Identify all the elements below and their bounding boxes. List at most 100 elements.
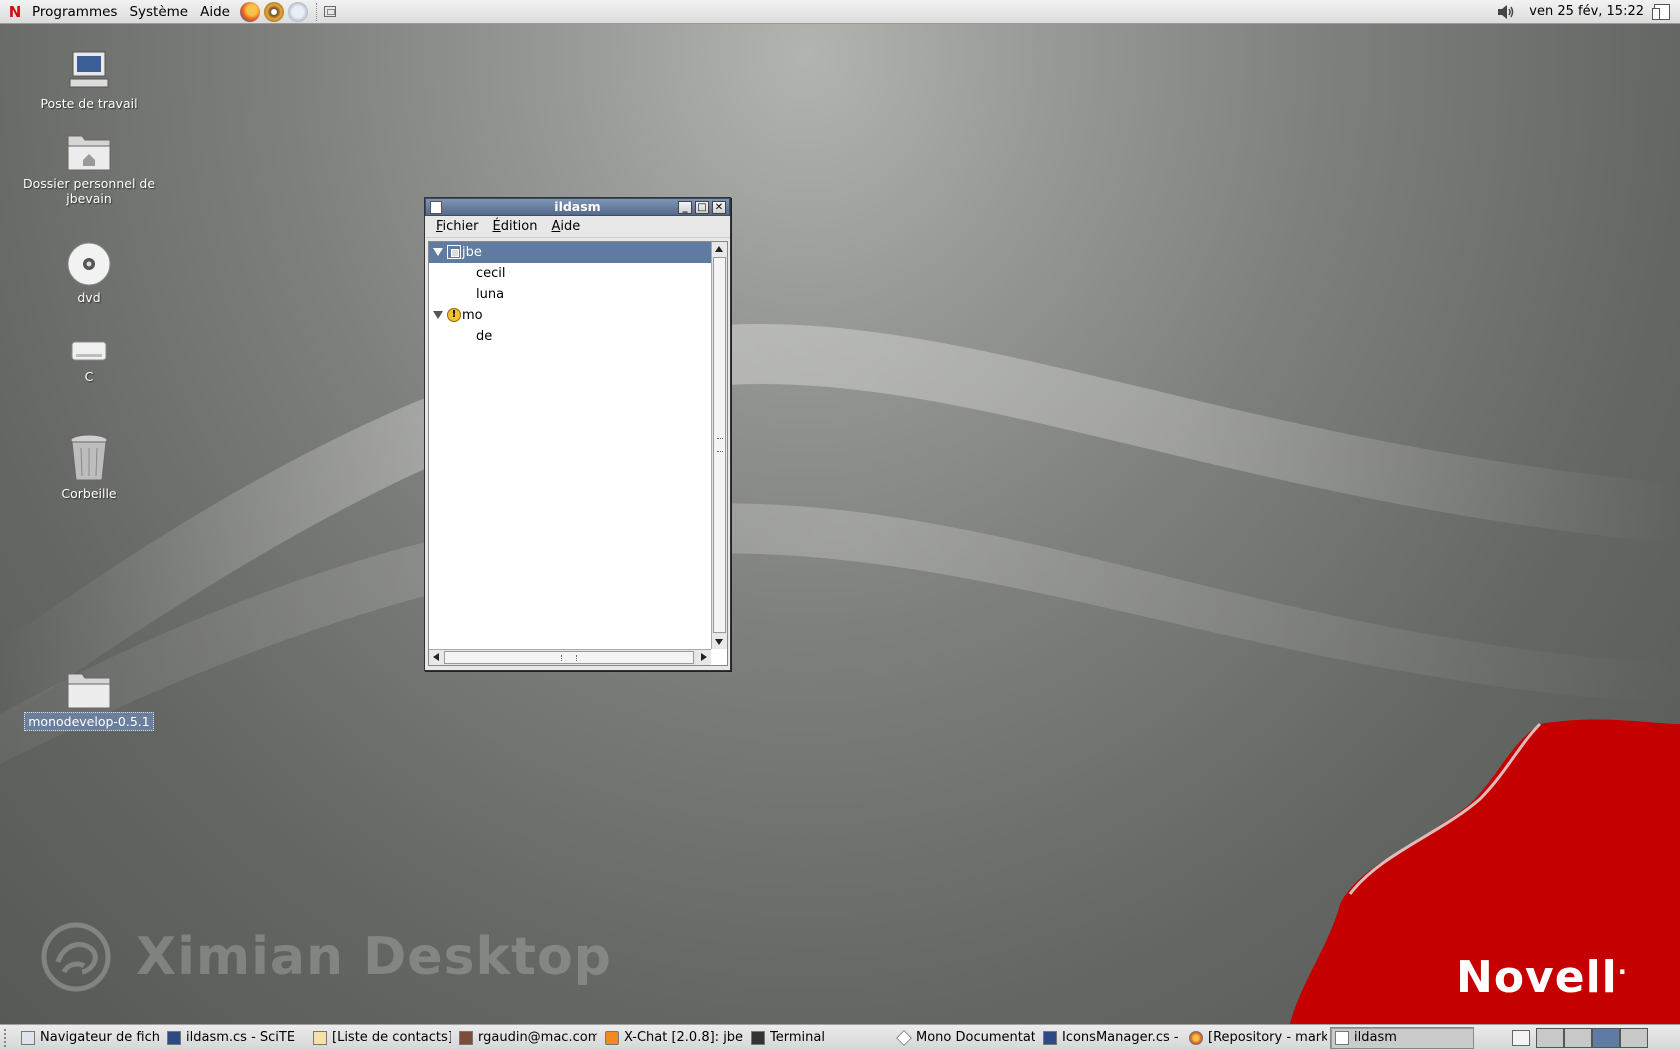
task-label: Mono Documentation: [916, 1030, 1036, 1045]
task-xchat[interactable]: X-Chat [2.0.8]: jbevai: [600, 1027, 744, 1049]
desktop-icon-poste-de-travail[interactable]: Poste de travail: [19, 48, 159, 111]
novell-brand-text: Novell: [1456, 952, 1618, 1003]
desktop-icon-dvd[interactable]: dvd: [19, 240, 159, 305]
horizontal-scroll-thumb[interactable]: [444, 651, 694, 664]
firefox-icon[interactable]: [239, 1, 260, 22]
desktop-icon-label: Dossier personnel de jbevain: [22, 176, 156, 206]
volume-icon[interactable]: [1495, 2, 1515, 22]
scite-icon: [167, 1030, 181, 1045]
expander-icon[interactable]: [433, 248, 443, 256]
task-label: X-Chat [2.0.8]: jbevai: [624, 1030, 744, 1045]
workspace-switcher: [1536, 1027, 1648, 1048]
desktop-icon-monodevelop[interactable]: monodevelop-0.5.1: [19, 668, 159, 731]
panel-handle[interactable]: [4, 1029, 10, 1047]
home-folder-icon: [67, 135, 111, 171]
menu-programmes[interactable]: Programmes: [26, 0, 123, 24]
menu-edition[interactable]: Édition: [487, 219, 546, 234]
tree-row-label: de: [476, 329, 493, 344]
workspace-1[interactable]: [1536, 1027, 1564, 1048]
workspace-4[interactable]: [1620, 1027, 1648, 1048]
task-label: ildasm.cs - SciTE: [186, 1030, 296, 1045]
horizontal-scrollbar[interactable]: [429, 649, 711, 665]
task-chat-rgaudin[interactable]: rgaudin@mac.com: [454, 1027, 598, 1049]
desktop-icon-label: Poste de travail: [40, 96, 138, 111]
maximize-button[interactable]: □: [695, 200, 709, 214]
mono-icon: [896, 1029, 912, 1046]
vertical-scroll-thumb[interactable]: [713, 257, 726, 633]
desktop-icon-label: Corbeille: [61, 486, 117, 501]
terminal-icon: [751, 1030, 765, 1045]
firefox-icon: [1189, 1030, 1203, 1045]
menu-fichier[interactable]: Fichier: [430, 219, 487, 234]
screenshot-tool-icon[interactable]: [287, 1, 308, 22]
tree-row-luna[interactable]: luna: [429, 284, 711, 305]
main-menu-bar: N Programmes Système Aide: [0, 0, 236, 24]
bottom-taskbar: Navigateur de fichiers ildasm.cs - SciTE…: [0, 1024, 1680, 1050]
vertical-scrollbar[interactable]: [711, 242, 727, 649]
task-label: Terminal: [770, 1030, 825, 1045]
tree-row-jbe[interactable]: jbe: [429, 242, 711, 263]
task-mono-docs[interactable]: Mono Documentation: [892, 1027, 1036, 1049]
show-desktop-icon[interactable]: [1652, 3, 1670, 20]
task-label: rgaudin@mac.com: [478, 1030, 598, 1045]
window-icon: [1335, 1030, 1349, 1045]
expander-icon[interactable]: [433, 311, 443, 319]
grip-icon: [717, 438, 723, 452]
task-scite-iconsmanager[interactable]: IconsManager.cs - Sc: [1038, 1027, 1182, 1049]
window-controls: _ □ ✕: [678, 200, 726, 214]
task-file-browser[interactable]: Navigateur de fichiers: [16, 1027, 160, 1049]
task-list: Navigateur de fichiers ildasm.cs - SciTE…: [16, 1026, 1506, 1050]
ximian-desktop-brand: Ximian Desktop: [136, 927, 612, 987]
task-scite-ildasm[interactable]: ildasm.cs - SciTE: [162, 1027, 306, 1049]
task-ildasm[interactable]: ildasm: [1330, 1026, 1474, 1049]
desktop-icon-home-folder[interactable]: Dossier personnel de jbevain: [19, 128, 159, 206]
tree-row-de[interactable]: de: [429, 326, 711, 347]
trash-icon: [70, 434, 108, 481]
tree-row-label: luna: [476, 287, 505, 302]
ildasm-window[interactable]: ildasm _ □ ✕ Fichier Édition Aide jbe ce…: [424, 197, 731, 671]
avatar-icon: [459, 1030, 473, 1045]
workspace-2[interactable]: [1564, 1027, 1592, 1048]
desktop-icon-corbeille[interactable]: Corbeille: [19, 432, 159, 501]
window-titlebar[interactable]: ildasm _ □ ✕: [425, 198, 730, 216]
tree-row-cecil[interactable]: cecil: [429, 263, 711, 284]
task-label: ildasm: [1354, 1030, 1397, 1045]
scite-icon: [1043, 1030, 1057, 1045]
menu-aide-window[interactable]: Aide: [545, 219, 588, 234]
desktop-icon-c[interactable]: C: [19, 337, 159, 384]
clock[interactable]: ven 25 fév, 15:22: [1529, 4, 1644, 19]
tree-row-mo[interactable]: ! mo: [429, 305, 711, 326]
wallpaper-swooshes: [0, 324, 1680, 1024]
task-label: IconsManager.cs - Sc: [1062, 1030, 1181, 1045]
scroll-down-arrow-icon[interactable]: [712, 634, 727, 649]
assembly-tree[interactable]: jbe cecil luna ! mo de: [428, 241, 728, 666]
window-menubar: Fichier Édition Aide: [425, 216, 730, 238]
taskbar-tray: [1512, 1027, 1648, 1048]
panel-separator: [315, 2, 318, 21]
evolution-icon[interactable]: [263, 1, 284, 22]
task-label: [Liste de contacts]: [332, 1030, 452, 1045]
close-button[interactable]: ✕: [712, 200, 726, 214]
namespace-icon: [447, 245, 461, 259]
task-terminal[interactable]: Terminal: [746, 1027, 890, 1049]
task-label: [Repository - markup: [1208, 1030, 1328, 1045]
grip-icon: [561, 655, 577, 661]
menu-systeme[interactable]: Système: [123, 0, 194, 24]
novell-n-icon[interactable]: N: [4, 0, 26, 24]
task-label: Navigateur de fichiers: [40, 1030, 160, 1045]
panel-tray: ven 25 fév, 15:22: [1495, 0, 1680, 24]
minimize-button[interactable]: _: [678, 200, 692, 214]
task-repository-browser[interactable]: [Repository - markup: [1184, 1027, 1328, 1049]
ximian-watermark: Ximian Desktop: [34, 922, 612, 992]
mnemonic: É: [492, 219, 501, 234]
workspace-3[interactable]: [1592, 1027, 1620, 1048]
menu-aide[interactable]: Aide: [194, 0, 236, 24]
scroll-left-arrow-icon[interactable]: [429, 650, 444, 665]
task-contacts[interactable]: [Liste de contacts]: [308, 1027, 452, 1049]
window-selector-icon[interactable]: [1512, 1029, 1530, 1046]
menu-label: ichier: [442, 219, 479, 234]
scroll-up-arrow-icon[interactable]: [712, 242, 727, 257]
window-list-icon[interactable]: [323, 6, 336, 17]
novell-brand: Novell.: [1456, 952, 1628, 1003]
scroll-right-arrow-icon[interactable]: [696, 650, 711, 665]
